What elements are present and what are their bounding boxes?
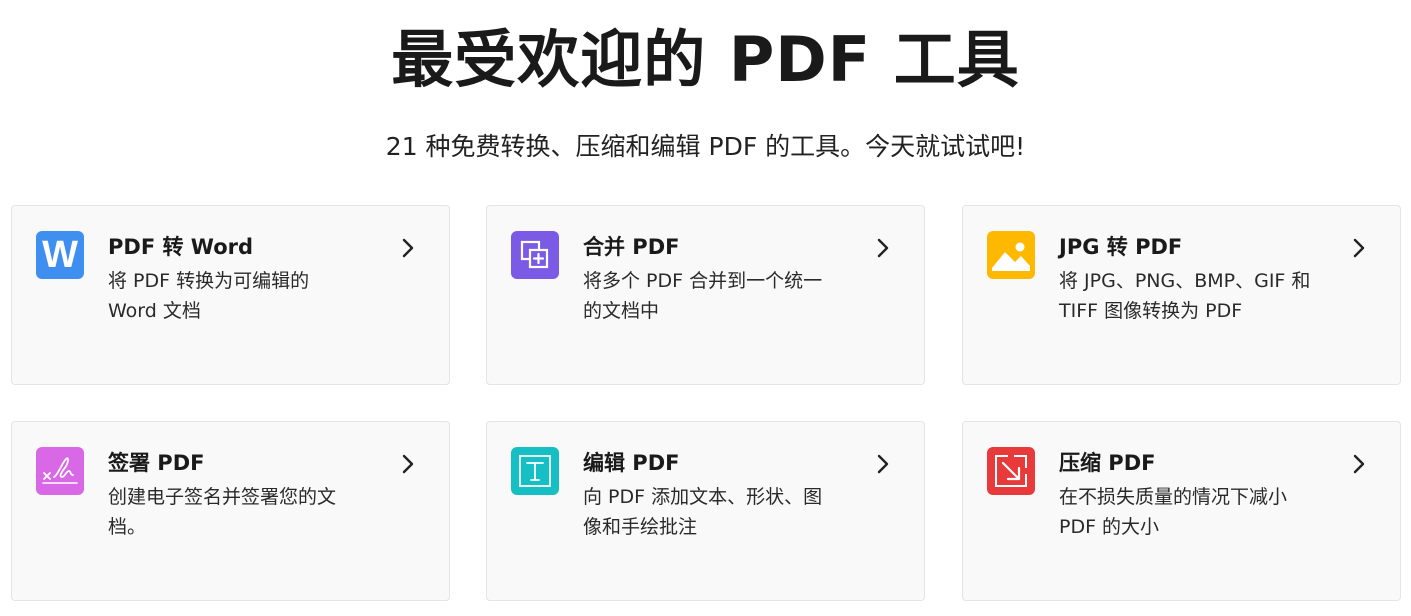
page-title: 最受欢迎的 PDF 工具 (391, 23, 1020, 96)
chevron-right-icon (402, 238, 414, 258)
tool-card-description-line: 将 JPG、PNG、BMP、GIF 和 (1059, 270, 1311, 292)
tool-card-description: 将 PDF 转换为可编辑的 Word 文档 (108, 266, 378, 326)
tool-card-merge-pdf[interactable]: 合并 PDF 将多个 PDF 合并到一个统一 的文档中 (486, 205, 925, 385)
tool-card-title: JPG 转 PDF (1059, 235, 1183, 259)
tool-card-sign-pdf[interactable]: 签署 PDF 创建电子签名并签署您的文 档。 (11, 421, 450, 601)
tool-card-title: 压缩 PDF (1059, 451, 1156, 475)
tool-card-description-line: TIFF 图像转换为 PDF (1059, 300, 1243, 322)
tool-card-title: PDF 转 Word (108, 235, 254, 259)
tool-card-description: 向 PDF 添加文本、形状、图 像和手绘批注 (583, 482, 853, 542)
merge-icon-glyph (520, 240, 549, 269)
tool-card-jpg-to-pdf[interactable]: JPG 转 PDF 将 JPG、PNG、BMP、GIF 和 TIFF 图像转换为… (962, 205, 1401, 385)
tool-card-description-line: 创建电子签名并签署您的文 (108, 486, 337, 508)
page: 最受欢迎的 PDF 工具 21 种免费转换、压缩和编辑 PDF 的工具。今天就试… (0, 0, 1411, 616)
chevron-right-icon (1353, 238, 1365, 258)
tool-card-description-line: 将多个 PDF 合并到一个统一 (583, 270, 823, 292)
tool-card-description-line: 档。 (108, 516, 147, 538)
tool-card-title: 编辑 PDF (583, 451, 680, 475)
chevron-right-icon (1353, 454, 1365, 474)
tool-card-description-line: 像和手绘批注 (583, 516, 698, 538)
tool-card-edit-pdf[interactable]: 编辑 PDF 向 PDF 添加文本、形状、图 像和手绘批注 (486, 421, 925, 601)
tool-card-description: 将 JPG、PNG、BMP、GIF 和 TIFF 图像转换为 PDF (1059, 266, 1329, 326)
tool-card-title: 签署 PDF (108, 451, 205, 475)
chevron-right-icon (402, 454, 414, 474)
compress-icon (987, 447, 1035, 495)
tool-card-description-line: 将 PDF 转换为可编辑的 (108, 270, 310, 292)
chevron-right-icon (877, 238, 889, 258)
image-icon-glyph (992, 242, 1030, 271)
tool-card-description-line: 的文档中 (583, 300, 660, 322)
tool-card-description: 将多个 PDF 合并到一个统一 的文档中 (583, 266, 853, 326)
tool-card-description: 在不损失质量的情况下减小 PDF 的大小 (1059, 482, 1329, 542)
text-edit-icon-glyph (519, 455, 551, 487)
tool-card-description-line: 在不损失质量的情况下减小 (1059, 486, 1288, 508)
tool-card-description-line: Word 文档 (108, 300, 201, 322)
signature-icon (36, 447, 84, 495)
compress-icon-glyph (995, 455, 1027, 487)
tool-card-pdf-to-word[interactable]: W PDF 转 Word 将 PDF 转换为可编辑的 Word 文档 (11, 205, 450, 385)
image-icon (987, 231, 1035, 279)
text-edit-icon (511, 447, 559, 495)
page-subtitle: 21 种免费转换、压缩和编辑 PDF 的工具。今天就试试吧! (385, 132, 1026, 161)
tool-card-title: 合并 PDF (583, 235, 680, 259)
merge-icon (511, 231, 559, 279)
tool-card-description-line: PDF 的大小 (1059, 516, 1160, 538)
tool-card-description-line: 向 PDF 添加文本、形状、图 (583, 486, 823, 508)
word-icon: W (36, 231, 84, 279)
word-icon-letter: W (42, 234, 78, 276)
tool-card-description: 创建电子签名并签署您的文 档。 (108, 482, 378, 542)
chevron-right-icon (877, 454, 889, 474)
signature-icon-glyph (42, 457, 78, 484)
tool-card-compress-pdf[interactable]: 压缩 PDF 在不损失质量的情况下减小 PDF 的大小 (962, 421, 1401, 601)
